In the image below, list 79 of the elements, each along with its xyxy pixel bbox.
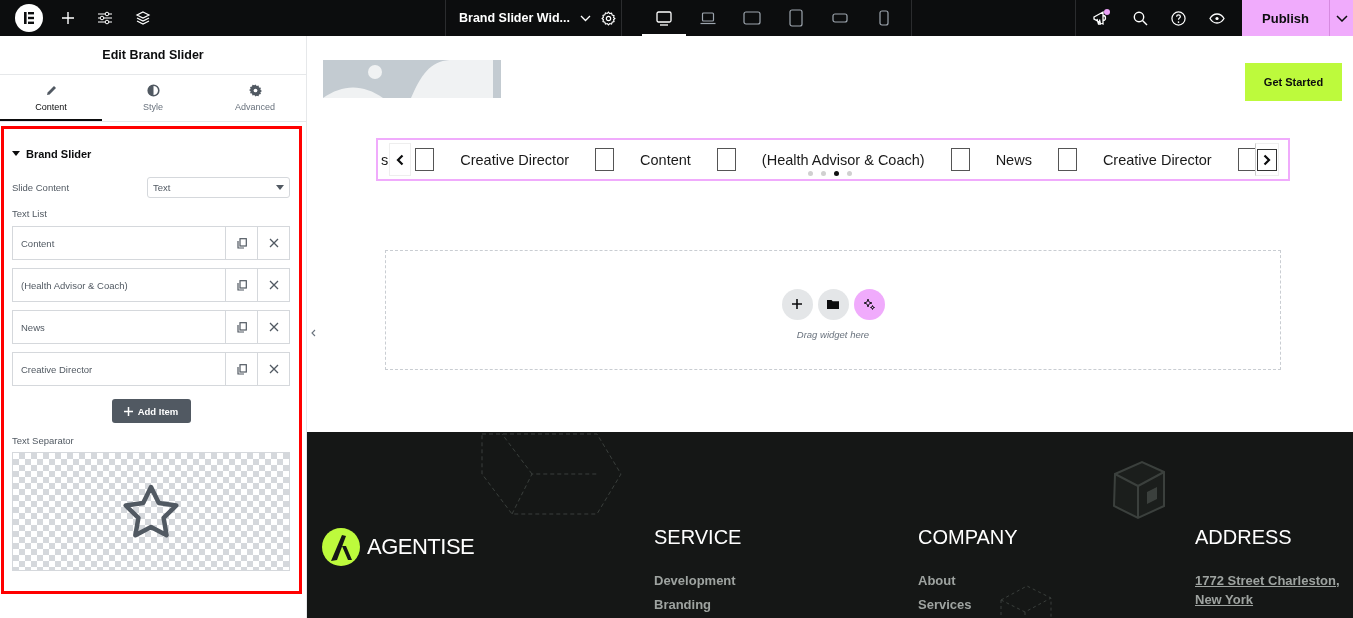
square-icon	[1057, 148, 1077, 171]
repeater-item[interactable]: Creative Director	[12, 352, 290, 386]
pagination-dot[interactable]	[834, 171, 839, 176]
pagination-dot[interactable]	[808, 171, 813, 176]
layers-icon[interactable]	[135, 10, 151, 26]
brand-logo-icon	[322, 528, 360, 566]
panel-title: Edit Brand Slider	[102, 48, 204, 62]
sparkle-icon[interactable]	[853, 288, 885, 320]
help-icon[interactable]	[1171, 10, 1186, 26]
pencil-icon	[44, 84, 58, 97]
logo-icon[interactable]	[15, 4, 43, 32]
field-label: Text Separator	[12, 435, 75, 446]
panel-tab[interactable]: Style	[102, 75, 204, 121]
settings-icon	[248, 84, 262, 97]
caret-icon	[12, 151, 20, 157]
repeater-item[interactable]: Content	[12, 226, 290, 260]
caret-icon	[276, 185, 284, 190]
square-icon	[716, 148, 736, 171]
pagination-dot[interactable]	[821, 171, 826, 176]
slide-text: Creative Director	[1102, 151, 1212, 168]
brand-name: AGENTISE	[367, 534, 475, 560]
get-started-button[interactable]: Get Started	[1245, 63, 1342, 101]
document-title[interactable]: Brand Slider Wid...	[459, 11, 570, 25]
add-item-button[interactable]: Add Item	[111, 399, 191, 423]
plus-icon	[123, 406, 133, 416]
previous-slide-button[interactable]	[389, 143, 411, 176]
slide-text: Creative Director	[460, 151, 570, 168]
icon-picker[interactable]	[12, 452, 290, 571]
chevron-down-icon[interactable]	[580, 14, 591, 22]
section-toggle[interactable]: Brand Slider	[12, 148, 290, 160]
repeater-item[interactable]: (Health Advisor & Coach)	[12, 268, 290, 302]
panel-tab[interactable]: Content	[0, 75, 102, 121]
slide-text: Content	[640, 151, 691, 168]
search-icon[interactable]	[1133, 10, 1148, 26]
square-icon	[595, 148, 615, 171]
drop-hint: Drag widget here	[796, 328, 870, 340]
announcements-icon[interactable]	[1092, 9, 1110, 27]
slide-text: (Health Advisor & Coach)	[761, 151, 925, 168]
star-icon	[121, 483, 181, 540]
desktop-icon	[656, 10, 672, 26]
address-link[interactable]: 1772 Street Charleston,	[1195, 573, 1353, 588]
square-icon	[415, 148, 435, 171]
footer-link[interactable]: Branding	[654, 597, 918, 612]
contrast-icon	[146, 84, 160, 97]
address-link[interactable]: New York	[1195, 592, 1353, 607]
publish-button[interactable]: Publish	[1242, 0, 1329, 36]
sliders-icon[interactable]	[97, 11, 113, 25]
field-label: Slide Content	[12, 182, 70, 193]
phone-landscape-icon	[832, 13, 848, 23]
footer-heading: SERVICE	[654, 526, 743, 549]
footer-heading: ADDRESS	[1195, 526, 1293, 549]
phone-icon	[879, 10, 889, 26]
chevron-down-icon	[1335, 14, 1348, 22]
chevron-right-icon	[1257, 148, 1277, 171]
pagination-dot[interactable]	[847, 171, 852, 176]
next-slide-button[interactable]	[1255, 143, 1279, 176]
panel-tab[interactable]: Advanced	[204, 75, 306, 121]
footer-link[interactable]: About	[918, 573, 1195, 588]
repeater-item[interactable]: News	[12, 310, 290, 344]
laptop-icon	[700, 11, 716, 25]
slide-text: s	[381, 151, 389, 168]
settings-icon[interactable]	[601, 10, 616, 26]
preview-eye-icon[interactable]	[1209, 12, 1225, 24]
field-label: Text List	[12, 208, 48, 219]
tablet-icon	[789, 9, 803, 27]
select-field[interactable]: Text	[147, 177, 290, 198]
footer-link[interactable]: Services	[918, 597, 1195, 612]
cube-drawing	[1113, 460, 1165, 520]
footer-link[interactable]: Development	[654, 573, 918, 588]
folder-icon[interactable]	[817, 288, 849, 320]
chevron-left-icon	[396, 153, 404, 166]
cube-outline-drawing	[1000, 585, 1052, 618]
square-icon	[950, 148, 970, 171]
publish-options-button[interactable]	[1329, 0, 1353, 36]
plus-icon[interactable]	[61, 11, 75, 25]
tablet-landscape-icon	[743, 11, 761, 25]
footer-heading: COMPANY	[918, 526, 1019, 549]
add-icon[interactable]	[781, 288, 813, 320]
slide-text: News	[995, 151, 1032, 168]
